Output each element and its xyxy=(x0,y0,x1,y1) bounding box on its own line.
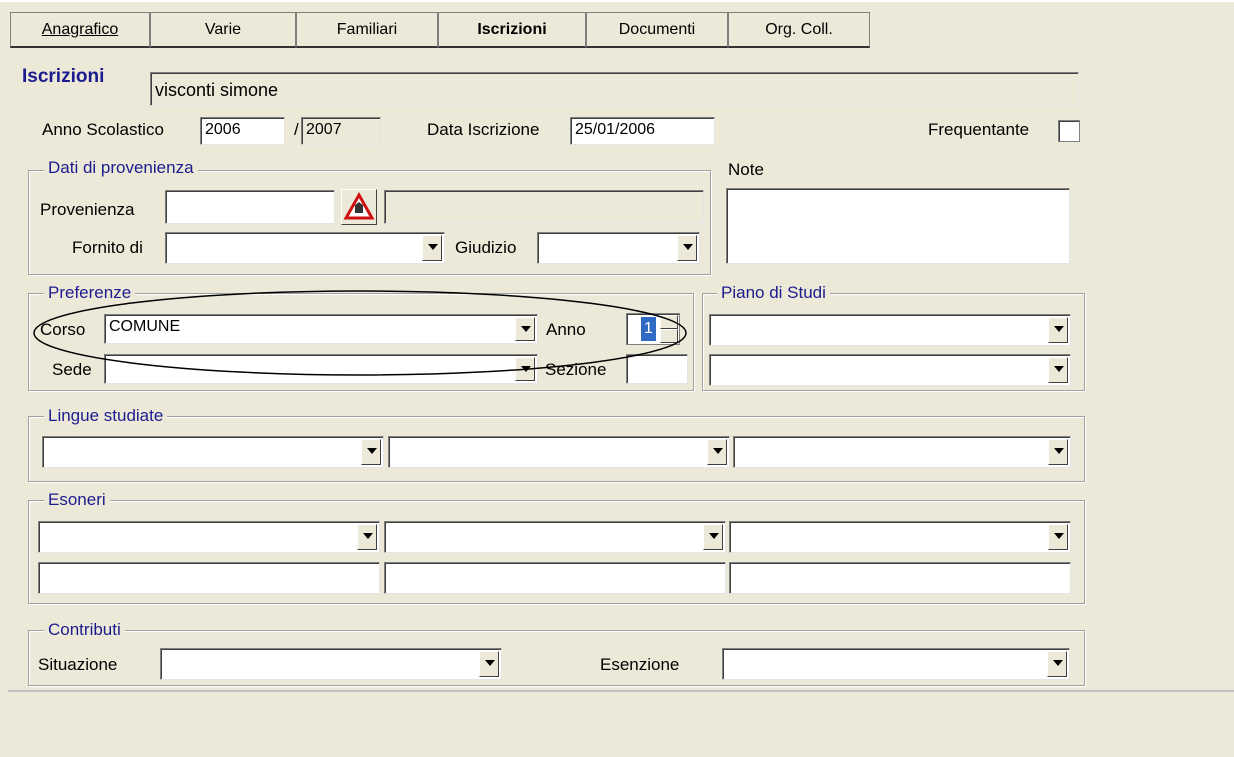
giudizio-label: Giudizio xyxy=(455,238,517,257)
esonero-field-2[interactable] xyxy=(384,562,726,594)
top-border xyxy=(0,0,1234,2)
lingue-group-title: Lingue studiate xyxy=(44,406,168,426)
esonero-dropdown-2[interactable] xyxy=(384,521,726,553)
provenienza-group-title: Dati di provenienza xyxy=(44,158,198,178)
note-label: Note xyxy=(728,160,764,179)
giudizio-dropdown[interactable] xyxy=(537,232,700,264)
tab-varie[interactable]: Varie xyxy=(150,12,296,48)
warning-school-icon xyxy=(343,191,375,220)
esonero-dropdown-3[interactable] xyxy=(729,521,1071,553)
chevron-down-icon[interactable] xyxy=(1048,439,1068,465)
chevron-down-icon[interactable] xyxy=(707,439,727,465)
esonero-field-1[interactable] xyxy=(38,562,380,594)
status-divider xyxy=(8,690,1234,692)
provenienza-desc-field xyxy=(384,190,704,224)
school-search-button[interactable] xyxy=(341,189,377,225)
fornito-label: Fornito di xyxy=(72,238,143,257)
esonero-dropdown-1[interactable] xyxy=(38,521,380,553)
esenzione-label: Esenzione xyxy=(600,655,680,674)
note-textarea[interactable] xyxy=(726,188,1070,264)
frequentante-checkbox[interactable] xyxy=(1058,120,1080,142)
tab-org-coll[interactable]: Org. Coll. xyxy=(728,12,870,48)
chevron-down-icon[interactable] xyxy=(1048,524,1068,550)
esonero-field-3[interactable] xyxy=(729,562,1071,594)
data-iscrizione-label: Data Iscrizione xyxy=(427,120,540,139)
chevron-down-icon[interactable] xyxy=(1048,357,1068,383)
tab-documenti[interactable]: Documenti xyxy=(586,12,728,48)
contributi-group-title: Contributi xyxy=(44,620,125,640)
tab-iscrizioni[interactable]: Iscrizioni xyxy=(438,12,586,48)
chevron-down-icon[interactable] xyxy=(677,235,697,261)
chevron-down-icon[interactable] xyxy=(422,235,442,261)
esenzione-dropdown[interactable] xyxy=(722,648,1070,680)
esoneri-group-title: Esoneri xyxy=(44,490,110,510)
piano-studi-group-title: Piano di Studi xyxy=(717,283,830,303)
chevron-down-icon[interactable] xyxy=(703,524,723,550)
piano-studi-dropdown-1[interactable] xyxy=(709,314,1071,346)
lingua-dropdown-1[interactable] xyxy=(42,436,384,468)
chevron-down-icon[interactable] xyxy=(357,524,377,550)
fornito-dropdown[interactable] xyxy=(165,232,445,264)
chevron-down-icon[interactable] xyxy=(1048,317,1068,343)
lingua-dropdown-2[interactable] xyxy=(388,436,730,468)
provenienza-field[interactable] xyxy=(165,190,335,224)
situazione-label: Situazione xyxy=(38,655,118,674)
chevron-down-icon[interactable] xyxy=(1047,651,1067,677)
annotation-ellipse xyxy=(33,290,687,376)
lingua-dropdown-3[interactable] xyxy=(733,436,1071,468)
anno-scolastico-label: Anno Scolastico xyxy=(42,120,164,139)
tab-familiari[interactable]: Familiari xyxy=(296,12,438,48)
situazione-dropdown[interactable] xyxy=(160,648,502,680)
data-iscrizione-field[interactable]: 25/01/2006 xyxy=(570,117,715,145)
tab-anagrafico[interactable]: Anagrafico xyxy=(10,12,150,48)
chevron-down-icon[interactable] xyxy=(479,651,499,677)
page-title: Iscrizioni xyxy=(22,66,105,87)
anno-start-field[interactable]: 2006 xyxy=(200,117,285,145)
anno-separator: / xyxy=(294,120,299,139)
piano-studi-dropdown-2[interactable] xyxy=(709,354,1071,386)
chevron-down-icon[interactable] xyxy=(361,439,381,465)
provenienza-label: Provenienza xyxy=(40,200,135,219)
frequentante-label: Frequentante xyxy=(928,120,1030,139)
student-name-field: visconti simone xyxy=(150,72,1079,106)
anno-end-field: 2007 xyxy=(301,117,381,145)
